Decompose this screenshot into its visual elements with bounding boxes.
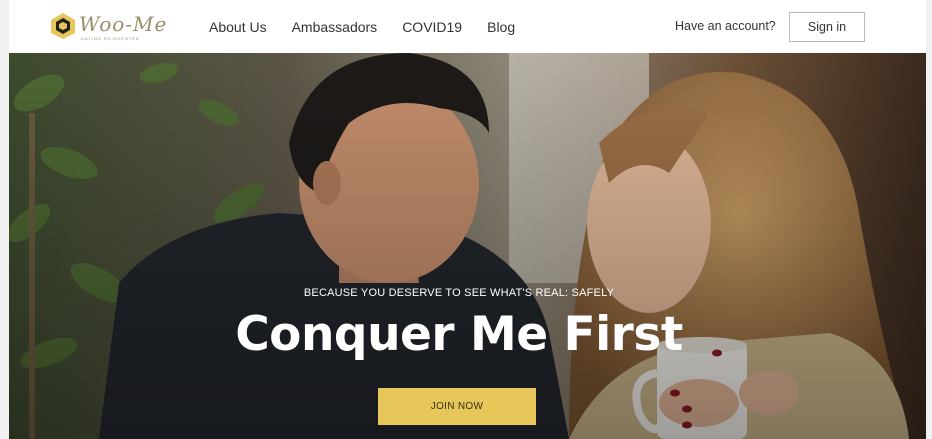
hero-photo	[9, 53, 926, 439]
logo-text: Woo-Me	[79, 12, 168, 36]
page-frame: Woo-Me DATING REINVENTED About Us Ambass…	[9, 0, 926, 439]
hero-section: BECAUSE YOU DESERVE TO SEE WHAT'S REAL: …	[9, 53, 926, 439]
nav-blog[interactable]: Blog	[487, 19, 515, 35]
sign-in-button[interactable]: Sign in	[789, 12, 865, 42]
join-now-button[interactable]: JOIN NOW	[378, 388, 536, 425]
hero-title: Conquer Me First	[235, 307, 683, 362]
nav-covid19[interactable]: COVID19	[402, 19, 462, 35]
hexagon-logo-icon	[51, 13, 75, 39]
nav-about-us[interactable]: About Us	[209, 19, 267, 35]
nav-ambassadors[interactable]: Ambassadors	[292, 19, 378, 35]
account-prompt: Have an account?	[675, 19, 776, 33]
logo-tagline: DATING REINVENTED	[81, 36, 140, 41]
brand-logo[interactable]: Woo-Me DATING REINVENTED	[49, 10, 166, 44]
top-navbar: Woo-Me DATING REINVENTED About Us Ambass…	[9, 0, 926, 53]
nav-links: About Us Ambassadors COVID19 Blog	[209, 0, 540, 53]
hero-subtitle: BECAUSE YOU DESERVE TO SEE WHAT'S REAL: …	[303, 287, 615, 299]
